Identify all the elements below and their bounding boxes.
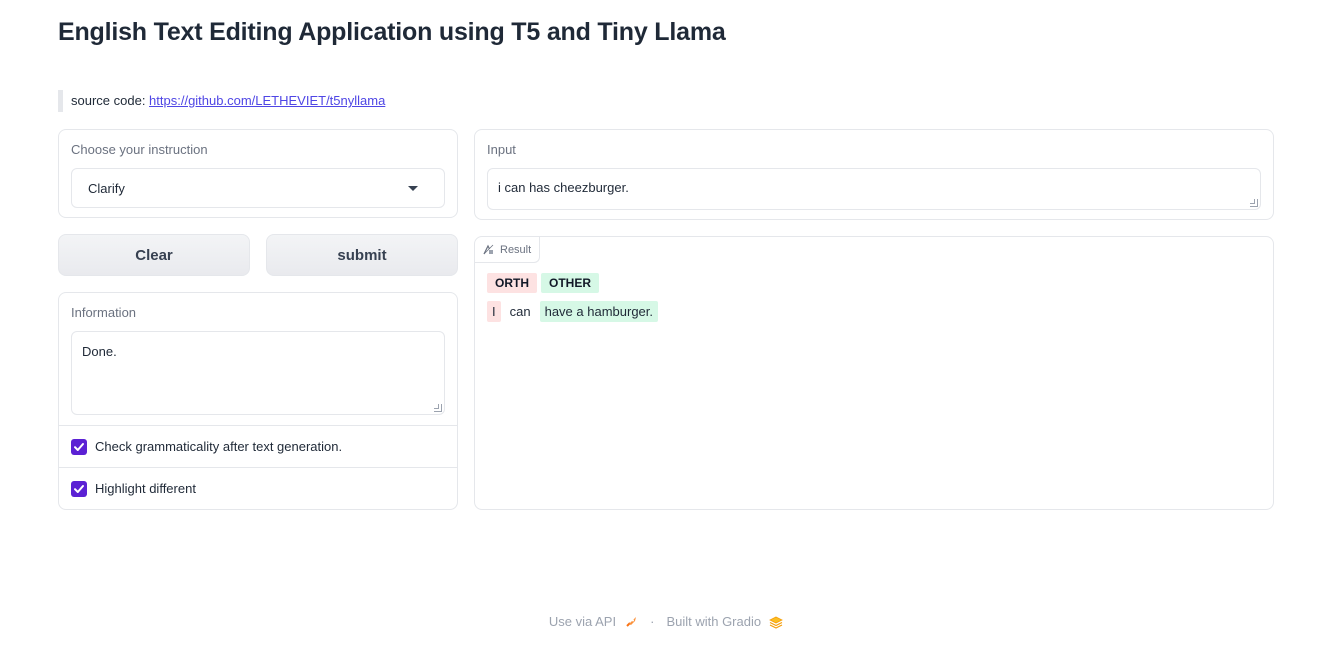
highlight-row[interactable]: Highlight different <box>59 467 457 509</box>
gradio-logo-icon <box>769 616 783 629</box>
information-label: Information <box>71 305 137 320</box>
result-tab: Result <box>475 237 541 263</box>
use-via-api-link[interactable]: Use via API <box>549 614 616 629</box>
built-with-gradio-link[interactable]: Built with Gradio <box>666 614 761 629</box>
check-grammar-row[interactable]: Check grammaticality after text generati… <box>59 425 457 467</box>
information-value: Done. <box>82 344 117 359</box>
result-tab-label: Result <box>500 243 532 256</box>
instruction-selected: Clarify <box>88 180 125 196</box>
page-title: English Text Editing Application using T… <box>58 18 726 46</box>
information-textarea[interactable]: Done. <box>71 331 445 415</box>
instruction-label: Choose your instruction <box>71 142 208 157</box>
footer: Use via API · Built with Gradio <box>0 614 1332 629</box>
token-plain: can <box>509 304 531 319</box>
resize-handle-icon[interactable] <box>1250 199 1258 207</box>
footer-separator: · <box>650 614 655 629</box>
text-highlight-icon <box>483 244 494 255</box>
check-grammar-checkbox[interactable] <box>71 438 87 455</box>
legend-orth: ORTH <box>487 273 537 293</box>
instruction-dropdown[interactable]: Clarify <box>71 168 445 208</box>
source-link[interactable]: https://github.com/LETHEVIET/t5nyllama <box>149 93 385 108</box>
highlight-label: Highlight different <box>95 481 196 496</box>
instruction-block: Choose your instruction Clarify <box>58 129 458 218</box>
source-label: source code: <box>71 93 150 108</box>
resize-handle-icon[interactable] <box>434 404 442 412</box>
token-orth: I <box>487 301 501 322</box>
rocket-icon <box>626 616 637 627</box>
checkmark-icon <box>74 442 84 451</box>
caret-down-icon <box>408 185 418 191</box>
result-tokens: I can have a hamburger. <box>487 301 658 322</box>
legend-other: OTHER <box>541 273 599 293</box>
submit-button[interactable]: submit <box>266 234 458 276</box>
checkmark-icon <box>74 484 84 493</box>
highlight-checkbox[interactable] <box>71 480 87 497</box>
input-value: i can has cheezburger. <box>498 180 629 195</box>
clear-button[interactable]: Clear <box>58 234 250 276</box>
input-textarea[interactable]: i can has cheezburger. <box>487 168 1261 210</box>
information-block: Information Done. Check grammaticality a… <box>58 292 458 510</box>
source-note: source code: https://github.com/LETHEVIE… <box>58 90 385 112</box>
result-block: Result ORTH OTHER I can have a hamburger… <box>474 236 1274 510</box>
token-other: have a hamburger. <box>539 301 658 322</box>
result-legend: ORTH OTHER <box>487 273 599 293</box>
check-grammar-label: Check grammaticality after text generati… <box>95 439 343 454</box>
input-label: Input <box>487 142 516 157</box>
input-block: Input i can has cheezburger. <box>474 129 1274 220</box>
